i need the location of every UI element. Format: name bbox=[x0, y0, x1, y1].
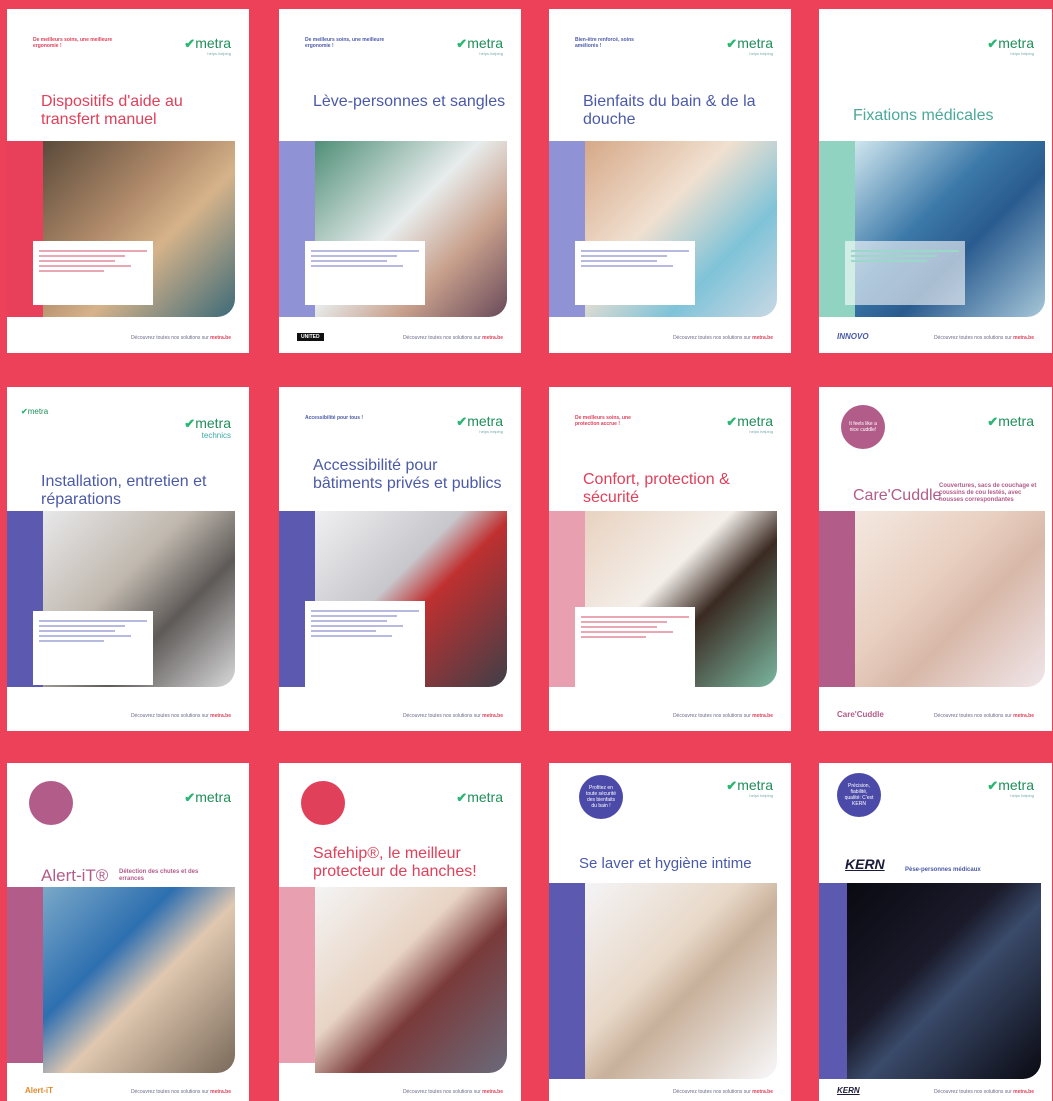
metra-logo-icon: ✔ bbox=[726, 778, 738, 793]
metra-logo-icon: ✔ bbox=[456, 414, 468, 429]
card-subtitle: Couvertures, sacs de couchage et coussin… bbox=[939, 483, 1037, 503]
card-tagline: De meilleurs soins, une meilleure ergono… bbox=[305, 37, 385, 49]
color-band bbox=[7, 887, 43, 1063]
metra-logo: ✔metra bbox=[21, 407, 49, 416]
badge-circle: It feels like a nice cuddle! bbox=[841, 405, 885, 449]
metra-logo: ✔metra helps helping bbox=[456, 35, 503, 56]
bullet-list bbox=[33, 611, 153, 685]
color-band bbox=[279, 887, 315, 1063]
brochure-card-transfer[interactable]: De meilleurs soins, une meilleure ergono… bbox=[7, 9, 249, 353]
card-footer[interactable]: Découvrez toutes nos solutions sur metra… bbox=[131, 713, 231, 719]
bullet-list bbox=[33, 241, 153, 305]
color-band bbox=[819, 511, 855, 687]
card-title: Safehip®, le meilleur protecteur de hanc… bbox=[313, 845, 477, 880]
card-title: Dispositifs d'aide au transfert manuel bbox=[41, 93, 183, 128]
card-footer[interactable]: Découvrez toutes nos solutions sur metra… bbox=[934, 713, 1034, 719]
metra-logo: ✔metra bbox=[184, 789, 231, 805]
brochure-card-comfort[interactable]: De meilleurs soins, une protection accru… bbox=[549, 387, 791, 731]
card-title: Care'Cuddle bbox=[853, 487, 942, 504]
card-footer[interactable]: Découvrez toutes nos solutions sur metra… bbox=[403, 713, 503, 719]
metra-logo: ✔metra helps helping bbox=[987, 777, 1034, 798]
card-tagline: Accessibilité pour tous ! bbox=[305, 415, 364, 421]
brochure-card-lifts[interactable]: De meilleurs soins, une meilleure ergono… bbox=[279, 9, 521, 353]
metra-logo-icon: ✔ bbox=[987, 414, 999, 429]
card-tagline: De meilleurs soins, une protection accru… bbox=[575, 415, 631, 427]
card-subtitle: Détection des chutes et des errances bbox=[119, 869, 199, 882]
nurse-photo bbox=[43, 887, 235, 1073]
card-footer[interactable]: Découvrez toutes nos solutions sur metra… bbox=[403, 335, 503, 341]
brochure-card-hygiene[interactable]: Profitez en toute sécurité des bienfaits… bbox=[549, 763, 791, 1101]
card-subtitle: Pèse-personnes médicaux bbox=[905, 867, 981, 873]
metra-logo: ✔metra helps helping bbox=[726, 413, 773, 434]
bath-woman-photo bbox=[585, 883, 777, 1079]
metra-logo: ✔metra helps helping bbox=[726, 35, 773, 56]
bullet-list bbox=[305, 241, 425, 305]
card-title: Accessibilité pour bâtiments privés et p… bbox=[313, 457, 502, 492]
card-footer[interactable]: Découvrez toutes nos solutions sur metra… bbox=[934, 335, 1034, 341]
card-tagline: Bien-être renforcé, soins améliorés ! bbox=[575, 37, 634, 49]
kern-logo: KERN bbox=[845, 856, 885, 872]
card-title: Confort, protection & sécurité bbox=[583, 471, 730, 506]
brochure-card-alertit[interactable]: ✔metra Alert-iT® Détection des chutes et… bbox=[7, 763, 249, 1101]
card-title: Fixations médicales bbox=[853, 107, 994, 124]
metra-logo-icon: ✔ bbox=[987, 36, 999, 51]
card-footer[interactable]: Découvrez toutes nos solutions sur metra… bbox=[673, 1089, 773, 1095]
sleeping-woman-photo bbox=[855, 511, 1045, 687]
card-footer[interactable]: Découvrez toutes nos solutions sur metra… bbox=[131, 1089, 231, 1095]
metra-technics-logo: ✔metra technics bbox=[184, 415, 231, 440]
metra-logo: ✔metra helps helping bbox=[726, 777, 773, 798]
metra-logo-icon: ✔ bbox=[726, 36, 738, 51]
badge-circle bbox=[29, 781, 73, 825]
alertit-logo: Alert-iT bbox=[25, 1086, 53, 1095]
metra-logo: ✔metra bbox=[456, 789, 503, 805]
metra-logo-icon: ✔ bbox=[21, 407, 28, 416]
carecuddle-logo: Care'Cuddle bbox=[837, 710, 884, 719]
brochure-card-carecuddle[interactable]: It feels like a nice cuddle! ✔metra Care… bbox=[819, 387, 1052, 731]
color-band bbox=[819, 883, 847, 1079]
innovo-logo: INNOVO bbox=[837, 332, 869, 341]
metra-logo-icon: ✔ bbox=[184, 416, 196, 431]
metra-logo-icon: ✔ bbox=[184, 36, 196, 51]
card-footer[interactable]: Découvrez toutes nos solutions sur metra… bbox=[403, 1089, 503, 1095]
card-footer[interactable]: Découvrez toutes nos solutions sur metra… bbox=[131, 335, 231, 341]
card-title: Installation, entretien et réparations bbox=[41, 473, 207, 508]
card-title: Lève-personnes et sangles bbox=[313, 93, 506, 110]
bullet-list bbox=[575, 241, 695, 305]
metra-logo: ✔metra helps helping bbox=[184, 35, 231, 56]
badge-circle: Profitez en toute sécurité des bienfaits… bbox=[579, 775, 623, 819]
brochure-card-fixations[interactable]: ✔metra helps helping Fixations médicales … bbox=[819, 9, 1052, 353]
metra-logo-icon: ✔ bbox=[456, 790, 468, 805]
card-title: Alert-iT® bbox=[41, 866, 109, 885]
brochure-card-kern[interactable]: Précision, fiabilité, qualité: C'est KER… bbox=[819, 763, 1052, 1101]
metra-logo: ✔metra helps helping bbox=[987, 35, 1034, 56]
united-logo: UNITED bbox=[297, 333, 324, 341]
color-band bbox=[549, 883, 585, 1079]
card-footer[interactable]: Découvrez toutes nos solutions sur metra… bbox=[934, 1089, 1034, 1095]
brochure-card-accessibility[interactable]: Accessibilité pour tous ! ✔metra helps he… bbox=[279, 387, 521, 731]
bullet-list bbox=[845, 241, 965, 305]
card-footer[interactable]: Découvrez toutes nos solutions sur metra… bbox=[673, 713, 773, 719]
card-title: Se laver et hygiène intime bbox=[579, 855, 752, 872]
bullet-list bbox=[575, 607, 695, 687]
brochure-card-installation[interactable]: ✔metra ✔metra technics Installation, entr… bbox=[7, 387, 249, 731]
bullet-list bbox=[305, 601, 425, 689]
badge-circle: Précision, fiabilité, qualité: C'est KER… bbox=[837, 773, 881, 817]
metra-logo-icon: ✔ bbox=[456, 36, 468, 51]
card-footer[interactable]: Découvrez toutes nos solutions sur metra… bbox=[673, 335, 773, 341]
card-tagline: De meilleurs soins, une meilleure ergono… bbox=[33, 37, 113, 49]
metra-logo-icon: ✔ bbox=[726, 414, 738, 429]
scale-photo bbox=[847, 883, 1041, 1079]
brochure-card-bath[interactable]: Bien-être renforcé, soins améliorés ! ✔m… bbox=[549, 9, 791, 353]
metra-logo-icon: ✔ bbox=[987, 778, 999, 793]
couple-photo bbox=[315, 887, 507, 1073]
card-title: Bienfaits du bain & de la douche bbox=[583, 93, 756, 128]
kern-footer-logo: KERN bbox=[837, 1086, 860, 1095]
brochure-card-safehip[interactable]: ✔metra Safehip®, le meilleur protecteur … bbox=[279, 763, 521, 1101]
metra-logo: ✔metra helps helping bbox=[456, 413, 503, 434]
metra-logo-icon: ✔ bbox=[184, 790, 196, 805]
metra-logo: ✔metra bbox=[987, 413, 1034, 429]
badge-circle bbox=[301, 781, 345, 825]
